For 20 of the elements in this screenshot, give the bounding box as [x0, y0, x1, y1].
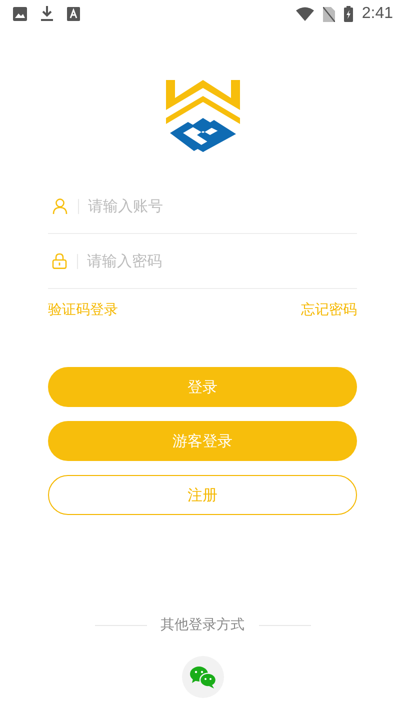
- wechat-button[interactable]: [182, 656, 224, 698]
- status-time: 2:41: [362, 5, 393, 23]
- lock-icon: [52, 253, 67, 269]
- register-button[interactable]: 注册: [48, 475, 357, 515]
- chat-icon: [188, 665, 216, 689]
- code-login-link[interactable]: 验证码登录: [48, 301, 118, 319]
- login-button[interactable]: 登录: [48, 367, 357, 407]
- input-field[interactable]: 请输入账号: [88, 191, 357, 221]
- wifi-icon: [296, 7, 314, 21]
- font-icon: [67, 7, 80, 21]
- forgot-password-link[interactable]: 忘记密码: [301, 301, 357, 319]
- login-button[interactable]: 游客登录: [48, 421, 357, 461]
- download-icon: [40, 6, 54, 22]
- battery-icon: [344, 6, 353, 22]
- logo-icon: [166, 80, 240, 152]
- input-field[interactable]: 请输入密码: [87, 246, 357, 276]
- user-icon: [52, 198, 68, 214]
- other-login-label: 其他登录方式: [160, 616, 244, 634]
- image-icon: [13, 7, 27, 21]
- no-sim-icon: [322, 6, 335, 22]
